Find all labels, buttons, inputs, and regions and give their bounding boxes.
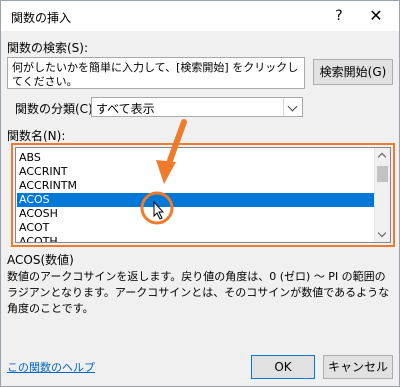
- list-item[interactable]: ACOT: [17, 221, 375, 235]
- search-input[interactable]: 何がしたいかを簡単に入力して、[検索開始] をクリックしてください。: [7, 57, 305, 89]
- scroll-thumb[interactable]: [377, 166, 388, 182]
- search-label: 関数の検索(S):: [7, 41, 89, 55]
- cancel-button[interactable]: キャンセル: [323, 355, 393, 379]
- category-selected-value: すべて表示: [96, 102, 155, 116]
- list-item-selected[interactable]: ACOS: [17, 193, 375, 207]
- search-button[interactable]: 検索開始(G): [313, 59, 393, 85]
- list-scrollbar[interactable]: [374, 148, 390, 242]
- help-icon[interactable]: ?: [327, 5, 351, 27]
- list-item[interactable]: ACOTH: [17, 235, 375, 242]
- close-icon[interactable]: ✕: [363, 5, 389, 27]
- list-item[interactable]: ABS: [17, 151, 375, 165]
- function-syntax: ACOS(数値): [7, 253, 74, 267]
- ok-button[interactable]: OK: [251, 355, 315, 379]
- category-dropdown[interactable]: すべて表示: [91, 97, 303, 117]
- list-item[interactable]: ACCRINT: [17, 165, 375, 179]
- function-listbox[interactable]: ABS ACCRINT ACCRINTM ACOS ACOSH ACOT ACO…: [15, 147, 391, 243]
- category-label: 関数の分類(C):: [15, 102, 97, 116]
- scroll-up-icon[interactable]: [375, 148, 390, 162]
- function-list-label: 関数名(N):: [7, 129, 66, 143]
- title-bar: 関数の挿入 ? ✕: [1, 1, 399, 31]
- function-help-link[interactable]: この関数のヘルプ: [7, 359, 95, 375]
- insert-function-dialog: 関数の挿入 ? ✕ 関数の検索(S): 何がしたいかを簡単に入力して、[検索開始…: [0, 0, 400, 387]
- list-item[interactable]: ACCRINTM: [17, 179, 375, 193]
- dialog-title: 関数の挿入: [11, 11, 72, 25]
- scroll-down-icon[interactable]: [375, 228, 390, 242]
- chevron-down-icon[interactable]: [283, 98, 302, 116]
- list-item[interactable]: ACOSH: [17, 207, 375, 221]
- function-description: 数値のアークコサインを返します。戻り値の角度は、0 (ゼロ) ～ PI の範囲の…: [7, 270, 390, 315]
